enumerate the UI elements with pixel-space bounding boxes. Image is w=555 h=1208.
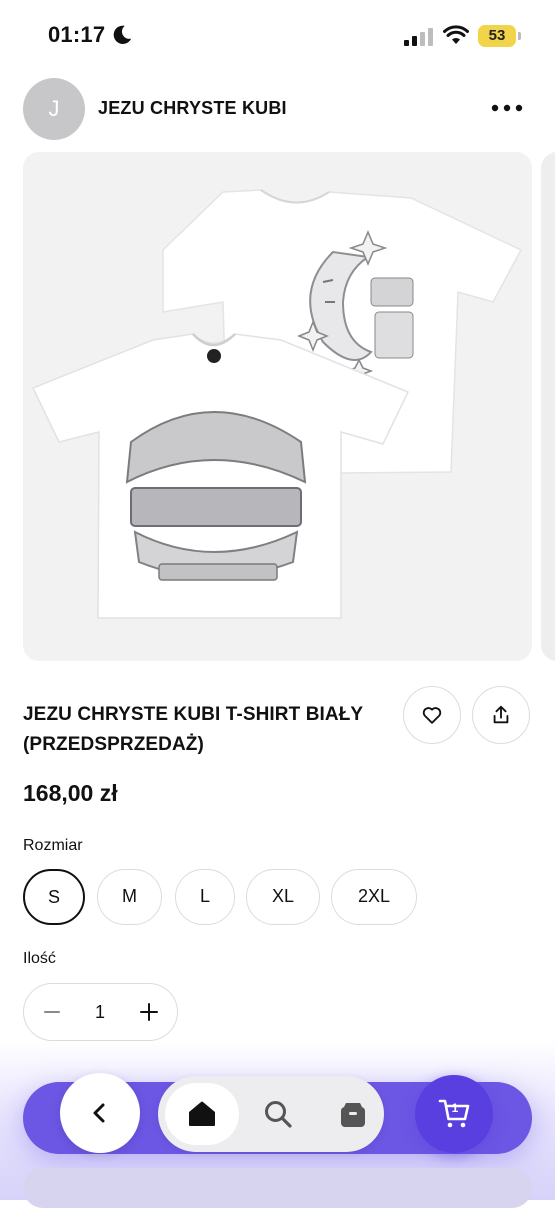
back-button[interactable] xyxy=(60,1073,140,1153)
nav-search-button[interactable] xyxy=(258,1094,298,1134)
size-option-2xl[interactable]: 2XL xyxy=(331,869,417,925)
share-button[interactable] xyxy=(472,686,530,744)
status-bar: 01:17 53 xyxy=(0,0,555,70)
product-price: 168,00 zł xyxy=(23,780,118,806)
nav-orders-button[interactable] xyxy=(333,1094,373,1134)
shop-name[interactable]: JEZU CHRYSTE KUBI xyxy=(98,98,287,119)
wifi-icon xyxy=(443,25,469,44)
shop-header: J JEZU CHRYSTE KUBI xyxy=(0,76,555,142)
favorite-button[interactable] xyxy=(403,686,461,744)
package-icon xyxy=(341,1103,365,1127)
signal-icon xyxy=(404,28,433,46)
battery-indicator: 53 xyxy=(478,25,516,47)
size-option-l[interactable]: L xyxy=(175,869,235,925)
product-title: JEZU CHRYSTE KUBI T-SHIRT BIAŁY (PRZEDSP… xyxy=(23,704,363,755)
quantity-stepper: 1 xyxy=(23,983,178,1041)
cart-button[interactable]: 1 xyxy=(415,1075,493,1153)
size-option-s[interactable]: S xyxy=(23,869,85,925)
status-time: 01:17 xyxy=(48,22,106,47)
tshirt-illustration xyxy=(31,189,523,619)
shop-avatar[interactable]: J xyxy=(23,78,85,140)
size-label: Rozmiar xyxy=(23,837,83,854)
size-option-m[interactable]: M xyxy=(97,869,162,925)
minus-icon[interactable] xyxy=(40,1000,64,1024)
share-icon xyxy=(493,705,509,724)
product-image[interactable] xyxy=(23,152,532,661)
moon-icon xyxy=(113,25,132,44)
search-icon xyxy=(265,1101,292,1128)
more-options-icon[interactable] xyxy=(487,101,527,115)
next-image-preview[interactable] xyxy=(541,152,555,661)
heart-icon xyxy=(422,707,442,724)
home-indicator-area xyxy=(23,1168,532,1208)
battery-cap xyxy=(518,32,521,40)
quantity-label: Ilość xyxy=(23,950,56,967)
nav-home-button[interactable] xyxy=(165,1083,239,1145)
size-option-xl[interactable]: XL xyxy=(246,869,320,925)
quantity-value: 1 xyxy=(94,1002,105,1022)
chevron-left-icon xyxy=(93,1103,105,1123)
cart-count-badge: 1 xyxy=(451,1101,459,1115)
home-icon xyxy=(189,1101,215,1126)
plus-icon[interactable] xyxy=(137,1000,161,1024)
